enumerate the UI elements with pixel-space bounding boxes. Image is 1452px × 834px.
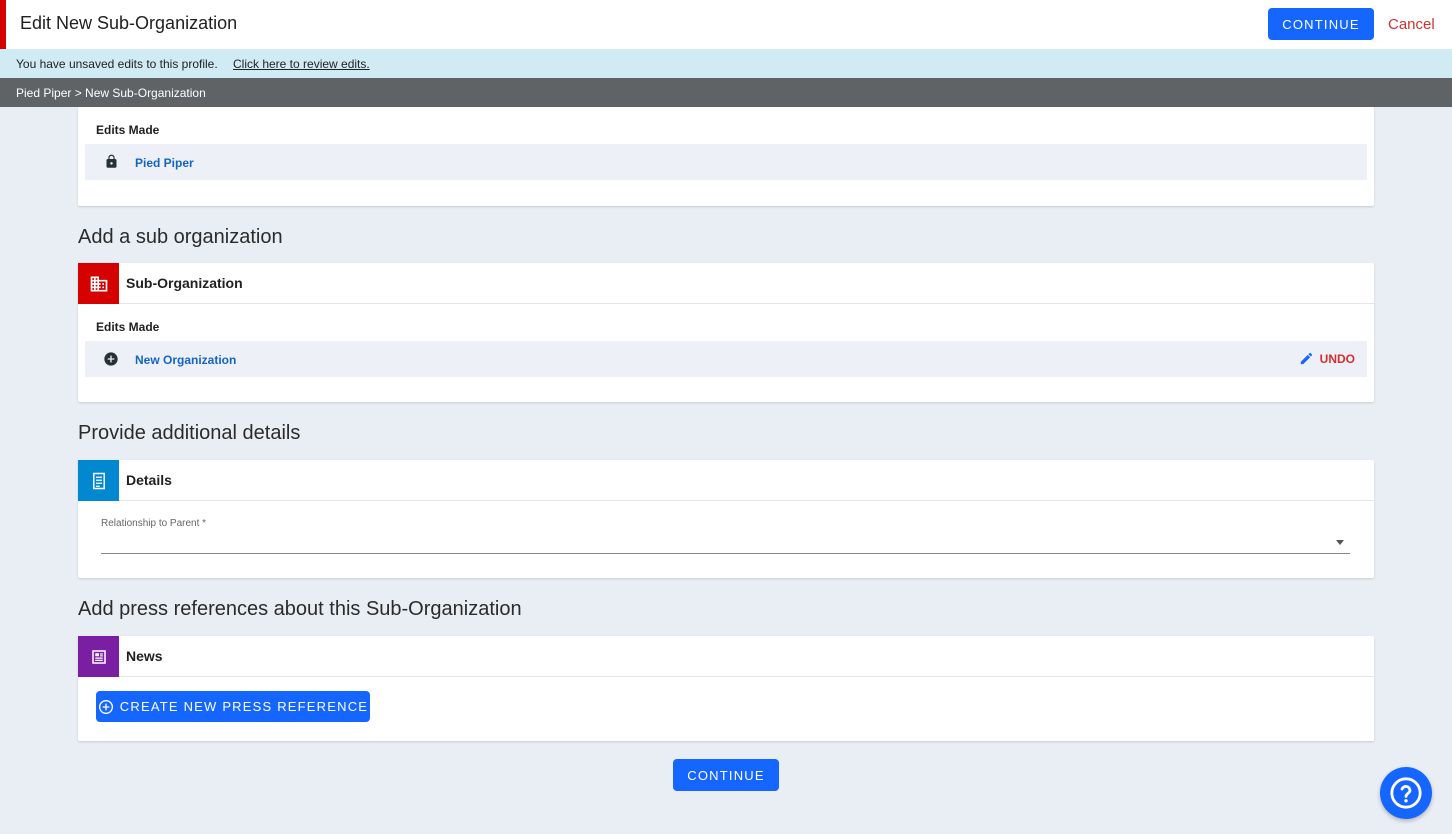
- details-card-header: Details: [78, 460, 1374, 501]
- news-card-header: News: [78, 636, 1374, 677]
- lock-icon: [106, 154, 117, 168]
- news-card: News CREATE NEW PRESS REFERENCE: [78, 636, 1374, 741]
- page-title: Edit New Sub-Organization: [20, 13, 238, 33]
- breadcrumb-text: Pied Piper > New Sub-Organization: [16, 86, 206, 100]
- section-title-sub-org: Add a sub organization: [78, 226, 283, 248]
- edits-made-label: Edits Made: [96, 320, 160, 334]
- top-bar: Edit New Sub-Organization CONTINUE Cance…: [0, 0, 1452, 49]
- new-org-link[interactable]: New Organization: [135, 353, 236, 367]
- continue-button-bottom[interactable]: CONTINUE: [673, 759, 779, 791]
- unsaved-edits-banner: You have unsaved edits to this profile. …: [0, 49, 1452, 78]
- sub-org-card: Sub-Organization Edits Made New Organiza…: [78, 263, 1374, 402]
- parent-org-card: Edits Made Pied Piper: [78, 107, 1374, 206]
- edit-row-parent: Pied Piper: [85, 144, 1367, 180]
- breadcrumb: Pied Piper > New Sub-Organization: [0, 78, 1452, 107]
- dropdown-arrow-icon: [1336, 540, 1344, 545]
- create-press-reference-button[interactable]: CREATE NEW PRESS REFERENCE: [96, 691, 370, 722]
- banner-message: You have unsaved edits to this profile.: [16, 57, 218, 71]
- details-card-title: Details: [126, 472, 172, 488]
- undo-label: UNDO: [1319, 351, 1355, 366]
- add-circle-icon: [104, 352, 118, 366]
- sub-org-card-title: Sub-Organization: [126, 275, 243, 291]
- parent-org-link[interactable]: Pied Piper: [135, 156, 194, 170]
- create-press-reference-label: CREATE NEW PRESS REFERENCE: [119, 699, 369, 714]
- review-edits-link[interactable]: Click here to review edits.: [233, 57, 370, 71]
- section-title-press: Add press references about this Sub-Orga…: [78, 598, 522, 620]
- edit-row-new-org: New Organization UNDO: [85, 341, 1367, 377]
- sub-org-card-header: Sub-Organization: [78, 263, 1374, 304]
- pencil-icon: [1300, 352, 1312, 365]
- newspaper-icon: [78, 636, 119, 677]
- continue-button-top[interactable]: CONTINUE: [1268, 8, 1374, 40]
- undo-button[interactable]: UNDO: [1299, 351, 1355, 366]
- details-card: Details Relationship to Parent *: [78, 460, 1374, 578]
- relationship-to-parent-select[interactable]: [101, 532, 1350, 554]
- cancel-button[interactable]: Cancel: [1388, 16, 1435, 33]
- edits-made-label: Edits Made: [96, 123, 160, 137]
- news-card-title: News: [126, 648, 163, 664]
- section-title-details: Provide additional details: [78, 422, 301, 444]
- relationship-field-label: Relationship to Parent *: [101, 518, 207, 529]
- help-icon: [1390, 777, 1422, 809]
- add-circle-outline-icon: [98, 699, 113, 714]
- building-icon: [78, 263, 119, 304]
- document-icon: [78, 460, 119, 501]
- help-button[interactable]: [1380, 767, 1432, 819]
